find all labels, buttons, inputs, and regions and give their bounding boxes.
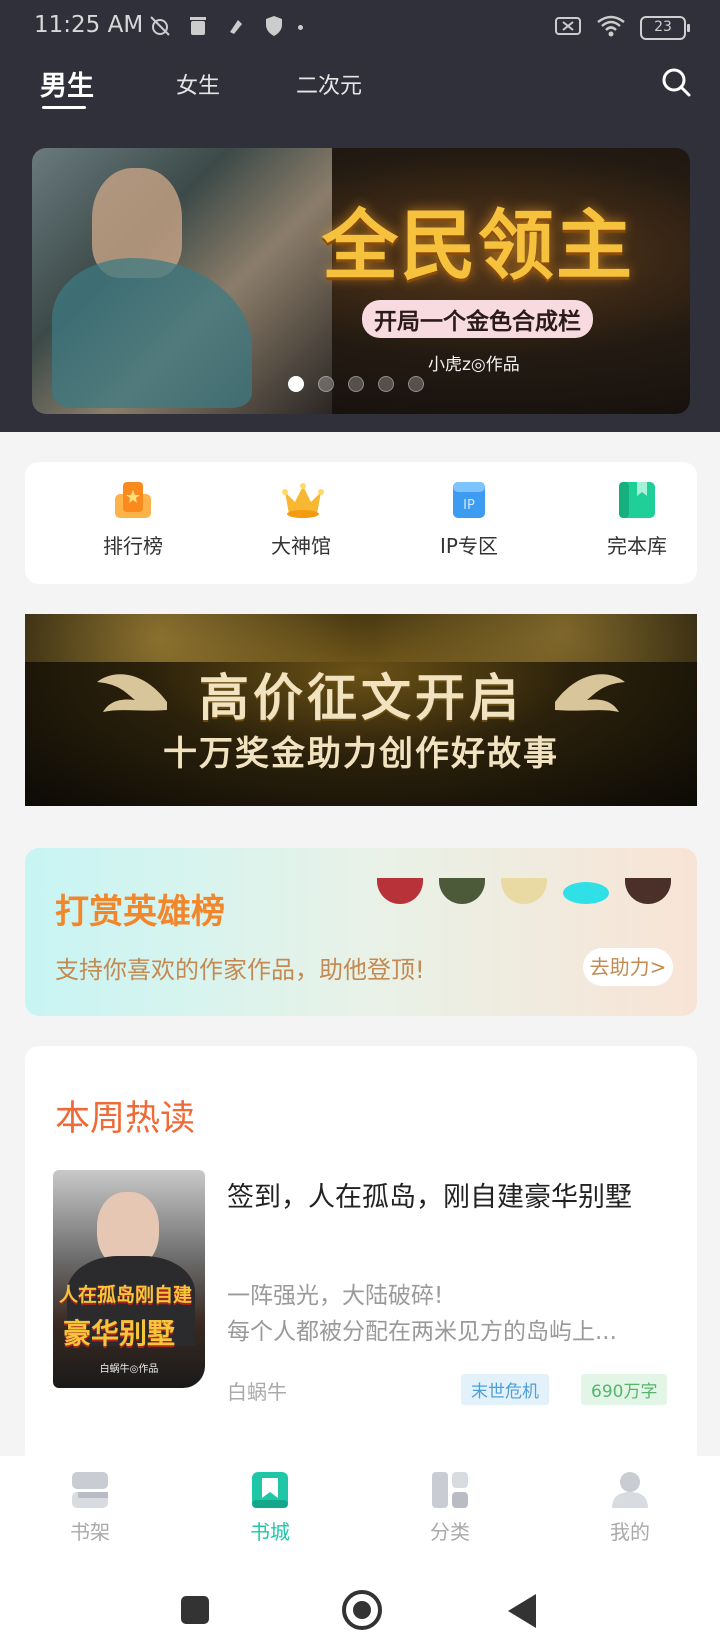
back-button[interactable]: [508, 1594, 536, 1628]
quicknav-label: 完本库: [607, 534, 667, 558]
cover-title-line2: 豪华别墅: [63, 1317, 176, 1350]
quicknav-label: IP专区: [440, 534, 498, 558]
banner-dot[interactable]: [408, 376, 424, 392]
status-more-dot: [298, 25, 303, 30]
quicknav-completed[interactable]: 完本库: [577, 480, 697, 559]
bookstore-icon: [250, 1470, 290, 1510]
top-header: 11:25 AM 23 男生 女生 二次元 全民领主 开局一个金色合成栏 小虎z…: [0, 0, 720, 432]
bookmark-book-icon: [617, 480, 657, 520]
reward-heroes-card[interactable]: 打赏英雄榜 支持你喜欢的作家作品，助他登顶! 去助力>: [25, 848, 697, 1016]
active-tab-underline: [42, 106, 86, 109]
tab-male[interactable]: 男生: [40, 64, 94, 103]
quicknav-ranking[interactable]: 排行榜: [73, 480, 193, 559]
promo-subtitle: 十万奖金助力创作好故事: [163, 734, 559, 774]
word-count-tag: 690万字: [581, 1374, 668, 1405]
banner-dot[interactable]: [318, 376, 334, 392]
svg-text:IP: IP: [463, 498, 475, 513]
book-author[interactable]: 白蜗牛: [227, 1376, 287, 1405]
nav-bookstore[interactable]: 书城: [220, 1470, 320, 1545]
banner-author: 小虎z◎作品: [428, 355, 520, 375]
book-desc-line: 每个人都被分配在两米见方的岛屿上...: [227, 1319, 617, 1345]
quicknav-label: 排行榜: [103, 534, 163, 558]
book-description: 一阵强光，大陆破碎! 每个人都被分配在两米见方的岛屿上...: [227, 1278, 657, 1350]
banner-hero-art: [32, 148, 332, 414]
weekly-hot-section: 本周热读 人在孤岛刚自建 豪华别墅 白蜗牛◎作品 签到，人在孤岛，刚自建豪华别墅…: [25, 1046, 697, 1466]
banner-pagination: [288, 376, 424, 392]
banner-title: 全民领主: [322, 201, 634, 290]
promo-title: 高价征文开启: [199, 668, 523, 727]
quicknav-masters[interactable]: 大神馆: [241, 480, 361, 559]
banner-dot[interactable]: [288, 376, 304, 392]
recent-apps-button[interactable]: [181, 1596, 209, 1624]
ip-book-icon: IP: [449, 480, 489, 520]
contest-promo-banner[interactable]: 高价征文开启 十万奖金助力创作好故事: [25, 614, 697, 806]
banner-dot[interactable]: [348, 376, 364, 392]
home-button[interactable]: [342, 1590, 382, 1630]
crown-icon: [281, 480, 324, 520]
search-icon[interactable]: [660, 66, 692, 98]
profile-icon: [610, 1470, 650, 1510]
nav-label: 我的: [610, 1520, 650, 1544]
nav-category[interactable]: 分类: [400, 1470, 500, 1545]
cover-title-line1: 人在孤岛刚自建: [59, 1284, 193, 1306]
category-icon: [430, 1470, 470, 1510]
avatar: [501, 878, 547, 904]
book-desc-line: 一阵强光，大陆破碎!: [227, 1283, 444, 1309]
nav-label: 分类: [430, 1520, 470, 1544]
nav-bookshelf[interactable]: 书架: [40, 1470, 140, 1545]
status-notification-icons: [148, 14, 286, 38]
quicknav-label: 大神馆: [271, 534, 331, 558]
nav-label: 书城: [250, 1520, 290, 1544]
nav-profile[interactable]: 我的: [580, 1470, 680, 1545]
cover-author: 白蜗牛◎作品: [99, 1364, 159, 1375]
tab-anime[interactable]: 二次元: [296, 68, 362, 100]
bottom-nav: 书架 书城 分类 我的: [0, 1456, 720, 1566]
tab-female[interactable]: 女生: [176, 68, 220, 100]
sim-off-icon: [554, 14, 582, 42]
avatar: [377, 878, 423, 904]
support-button[interactable]: 去助力>: [583, 948, 673, 986]
mute-alarm-icon: [148, 14, 172, 38]
reward-avatars: [377, 878, 671, 904]
banner-dot[interactable]: [378, 376, 394, 392]
banner-subtitle: 开局一个金色合成栏: [362, 300, 593, 338]
quicknav-ip-zone[interactable]: IP IP专区: [409, 480, 529, 559]
status-system-icons: 23: [554, 14, 690, 42]
genre-tag[interactable]: 末世危机: [461, 1374, 549, 1405]
ranking-icon: [113, 480, 153, 520]
featured-banner[interactable]: 全民领主 开局一个金色合成栏 小虎z◎作品: [32, 148, 690, 414]
quick-nav: 排行榜 大神馆 IP IP专区 完本库: [25, 462, 697, 584]
channel-tabs: 男生 女生 二次元: [0, 60, 720, 120]
tool-icon: [224, 14, 248, 38]
avatar: [439, 878, 485, 904]
reward-title: 打赏英雄榜: [55, 892, 225, 932]
bookshelf-icon: [70, 1470, 110, 1510]
nav-label: 书架: [70, 1520, 110, 1544]
book-cover[interactable]: 人在孤岛刚自建 豪华别墅 白蜗牛◎作品: [53, 1170, 205, 1388]
avatar: [563, 882, 609, 904]
wifi-icon: [596, 14, 626, 42]
system-nav-bar: [0, 1566, 720, 1650]
status-time: 11:25 AM: [34, 12, 144, 38]
shield-icon: [262, 14, 286, 38]
status-bar: 11:25 AM 23: [0, 0, 720, 54]
section-title: 本周热读: [55, 1099, 196, 1139]
trash-icon: [186, 14, 210, 38]
avatar: [625, 878, 671, 904]
reward-description: 支持你喜欢的作家作品，助他登顶!: [55, 956, 425, 984]
book-title[interactable]: 签到，人在孤岛，刚自建豪华别墅: [227, 1176, 657, 1220]
battery-indicator: 23: [640, 16, 690, 40]
